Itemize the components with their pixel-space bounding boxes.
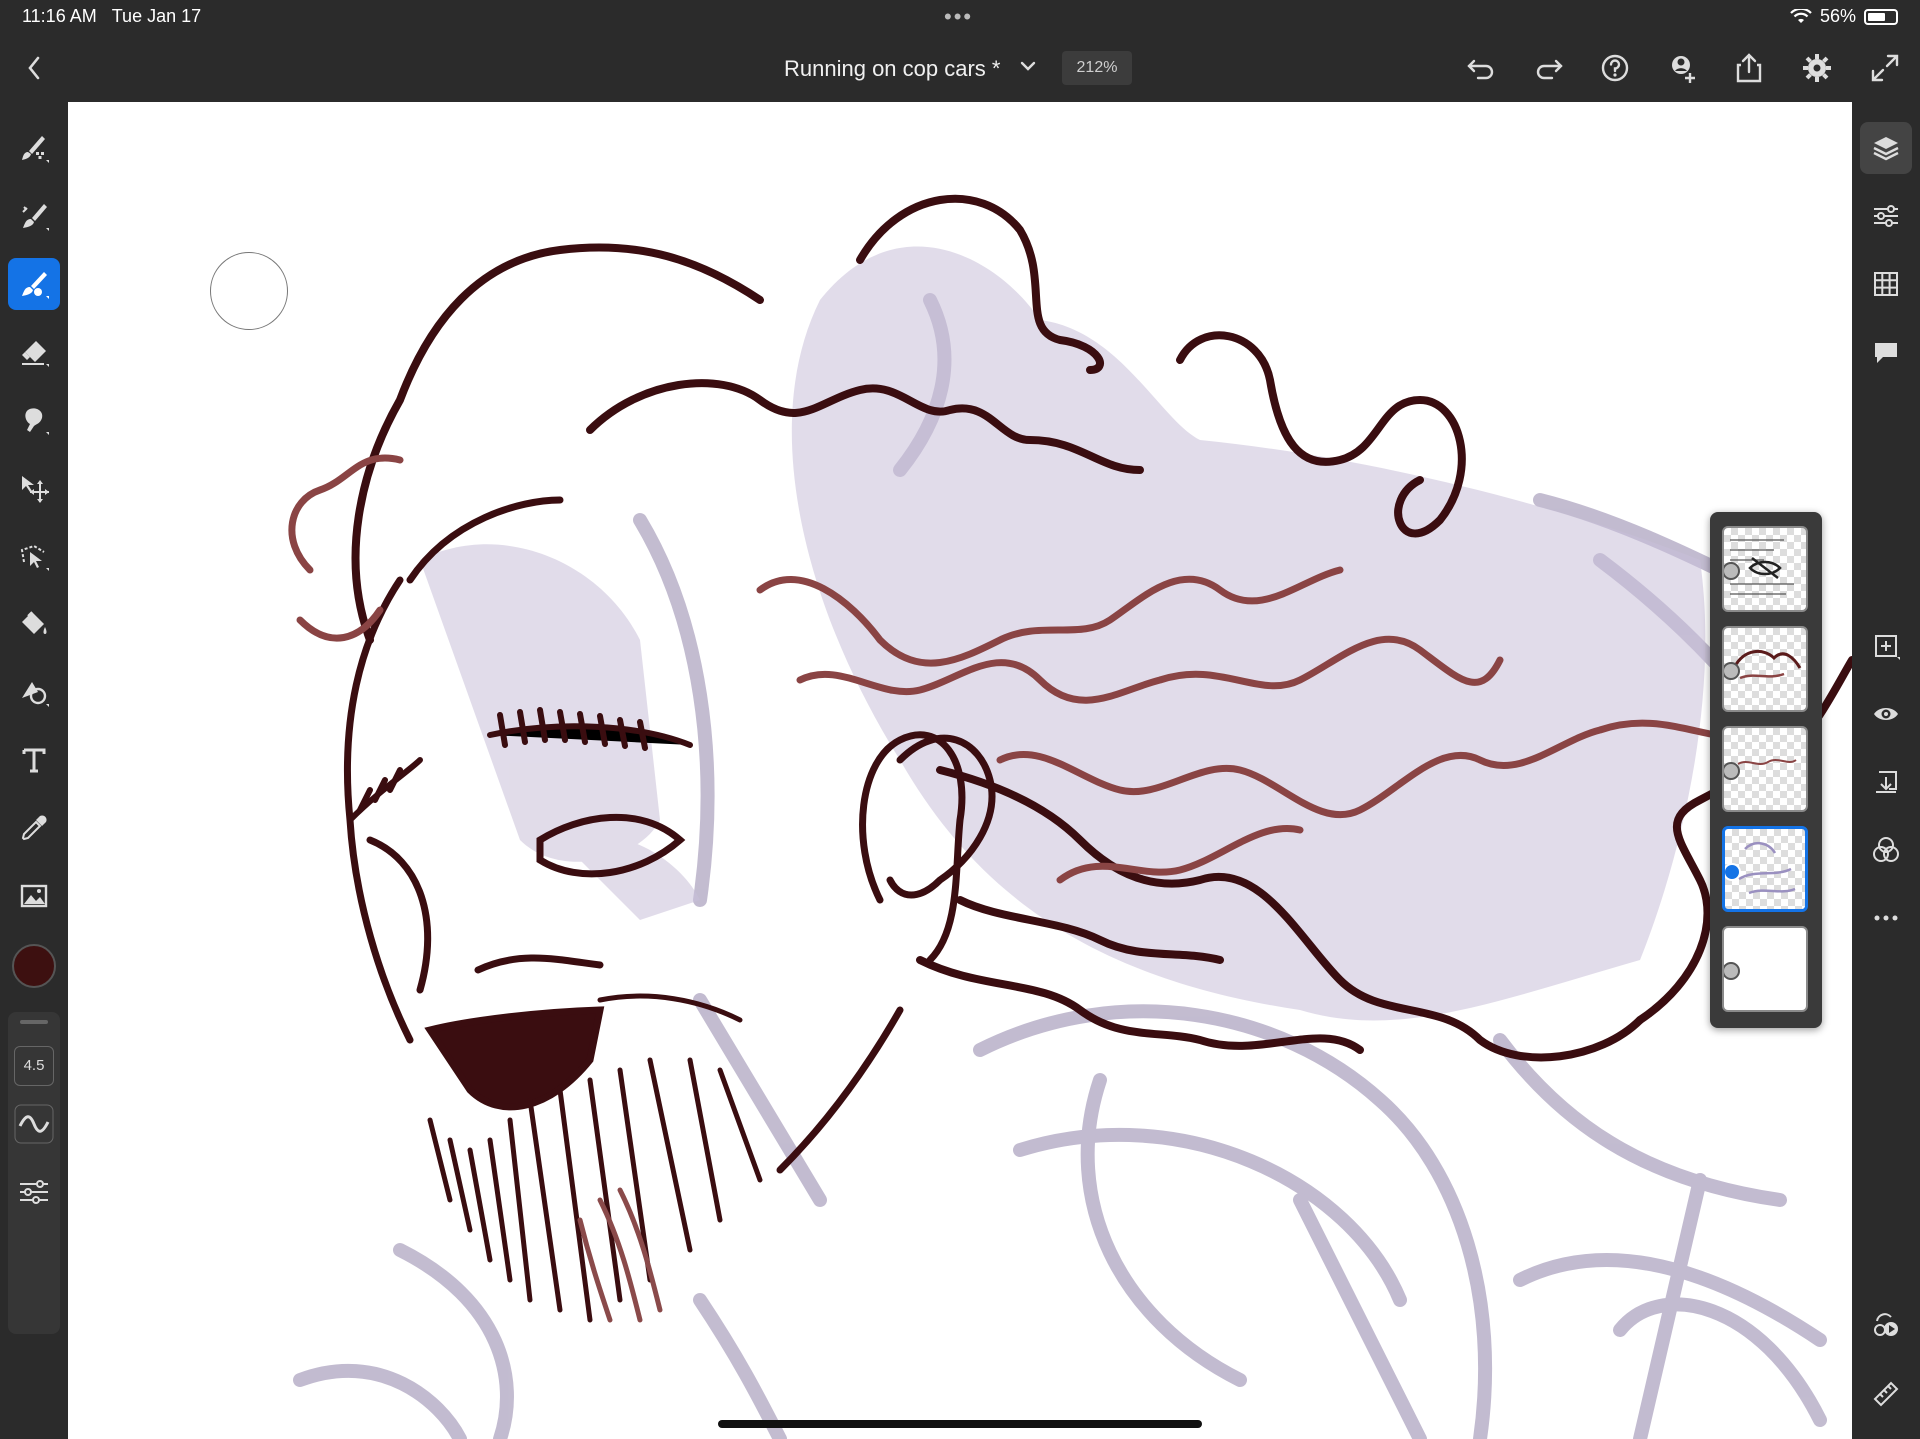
shape-icon — [22, 682, 49, 707]
smudge-icon — [25, 408, 49, 435]
merge-down-button[interactable] — [1860, 756, 1912, 808]
battery-icon — [1864, 8, 1898, 25]
merge-down-icon — [1876, 771, 1897, 793]
layer-visibility-dot[interactable] — [1724, 762, 1740, 780]
comment-icon — [1875, 343, 1897, 363]
layer-visibility-dot[interactable] — [1724, 562, 1740, 580]
multitasking-dots[interactable]: ••• — [944, 4, 973, 30]
layer-visibility-dot[interactable] — [1724, 662, 1740, 680]
paint-bucket-icon — [22, 611, 47, 634]
add-layer-icon — [1875, 635, 1900, 660]
eyedropper-icon — [21, 815, 47, 841]
status-right: 56% — [1790, 6, 1898, 27]
wifi-icon — [1790, 8, 1812, 23]
paint-brush-icon — [22, 204, 49, 231]
layer-thumbnail[interactable] — [1722, 526, 1808, 612]
layers-icon — [1873, 137, 1899, 161]
chevron-left-icon[interactable] — [20, 48, 50, 88]
brush-cursor — [210, 252, 288, 330]
lasso-icon — [20, 544, 49, 571]
live-brush-tool[interactable] — [8, 258, 60, 310]
zoom-level[interactable]: 212% — [1062, 51, 1132, 85]
layer-properties-button[interactable] — [1860, 190, 1912, 242]
layer-thumbnail[interactable] — [1722, 626, 1808, 712]
layers-panel — [1710, 512, 1822, 1028]
fill-tool[interactable] — [8, 598, 60, 650]
left-toolbar: 4.5 — [0, 102, 68, 1439]
text-tool[interactable] — [8, 734, 60, 786]
fullscreen-icon[interactable] — [1868, 51, 1902, 85]
lasso-tool[interactable] — [8, 530, 60, 582]
move-tool[interactable] — [8, 462, 60, 514]
visibility-button[interactable] — [1860, 688, 1912, 740]
status-bar: 11:16 AM Tue Jan 17 ••• 56% — [0, 0, 1920, 34]
brush-settings-icon[interactable] — [14, 1172, 54, 1212]
grid-button[interactable] — [1860, 258, 1912, 310]
brush-size[interactable]: 4.5 — [14, 1046, 54, 1086]
timelapse-button[interactable] — [1860, 1300, 1912, 1352]
pixel-brush-icon — [22, 136, 49, 163]
blend-modes-button[interactable] — [1860, 824, 1912, 876]
background-layer-thumbnail[interactable] — [1722, 926, 1808, 1012]
eraser-icon — [22, 341, 49, 367]
place-image-tool[interactable] — [8, 870, 60, 922]
paint-brush-tool[interactable] — [8, 190, 60, 242]
layers-button[interactable] — [1860, 122, 1912, 174]
color-swatch[interactable] — [12, 944, 56, 988]
chevron-down-icon[interactable] — [1016, 54, 1040, 78]
brush-settings-panel: 4.5 — [8, 1012, 60, 1334]
pixel-brush-tool[interactable] — [8, 122, 60, 174]
text-icon — [22, 748, 46, 773]
layer-thumbnail[interactable] — [1722, 726, 1808, 812]
comments-button[interactable] — [1860, 326, 1912, 378]
top-bar: Running on cop cars * 212% — [0, 34, 1920, 102]
timelapse-icon — [1874, 1313, 1898, 1336]
add-layer-button[interactable] — [1860, 620, 1912, 672]
eye-icon — [1874, 708, 1898, 720]
eyedropper-tool[interactable] — [8, 802, 60, 854]
status-time: 11:16 AM Tue Jan 17 — [22, 6, 202, 26]
panel-handle[interactable] — [20, 1020, 48, 1024]
grid-icon — [1874, 272, 1898, 296]
battery-percent: 56% — [1819, 6, 1856, 26]
more-icon — [1874, 915, 1898, 921]
artwork — [288, 194, 1852, 1439]
shape-tool[interactable] — [8, 666, 60, 718]
invite-user-icon[interactable] — [1666, 51, 1700, 85]
right-toolbar — [1852, 102, 1920, 1439]
help-icon[interactable] — [1598, 51, 1632, 85]
shading-layer — [420, 246, 1706, 1021]
home-indicator[interactable] — [718, 1420, 1202, 1428]
more-options-button[interactable] — [1860, 892, 1912, 944]
layer-selected-dot[interactable] — [1725, 863, 1741, 881]
sliders-icon — [1874, 205, 1898, 227]
document-title[interactable]: Running on cop cars * — [784, 56, 1000, 82]
share-icon[interactable] — [1732, 51, 1766, 85]
ruler-button[interactable] — [1860, 1368, 1912, 1420]
layer-thumbnail-selected[interactable] — [1722, 826, 1808, 912]
drawing-canvas[interactable] — [68, 102, 1852, 1439]
redo-icon[interactable] — [1532, 51, 1566, 85]
brush-smoothing-icon[interactable] — [14, 1104, 54, 1144]
smudge-tool[interactable] — [8, 394, 60, 446]
settings-icon[interactable] — [1800, 51, 1834, 85]
layer-visibility-dot[interactable] — [1724, 962, 1740, 980]
eraser-tool[interactable] — [8, 326, 60, 378]
image-icon — [20, 884, 48, 908]
live-brush-icon — [22, 272, 49, 299]
ruler-icon — [1873, 1381, 1899, 1407]
undo-icon[interactable] — [1464, 51, 1498, 85]
move-icon — [22, 476, 49, 503]
blend-modes-icon — [1873, 837, 1899, 862]
